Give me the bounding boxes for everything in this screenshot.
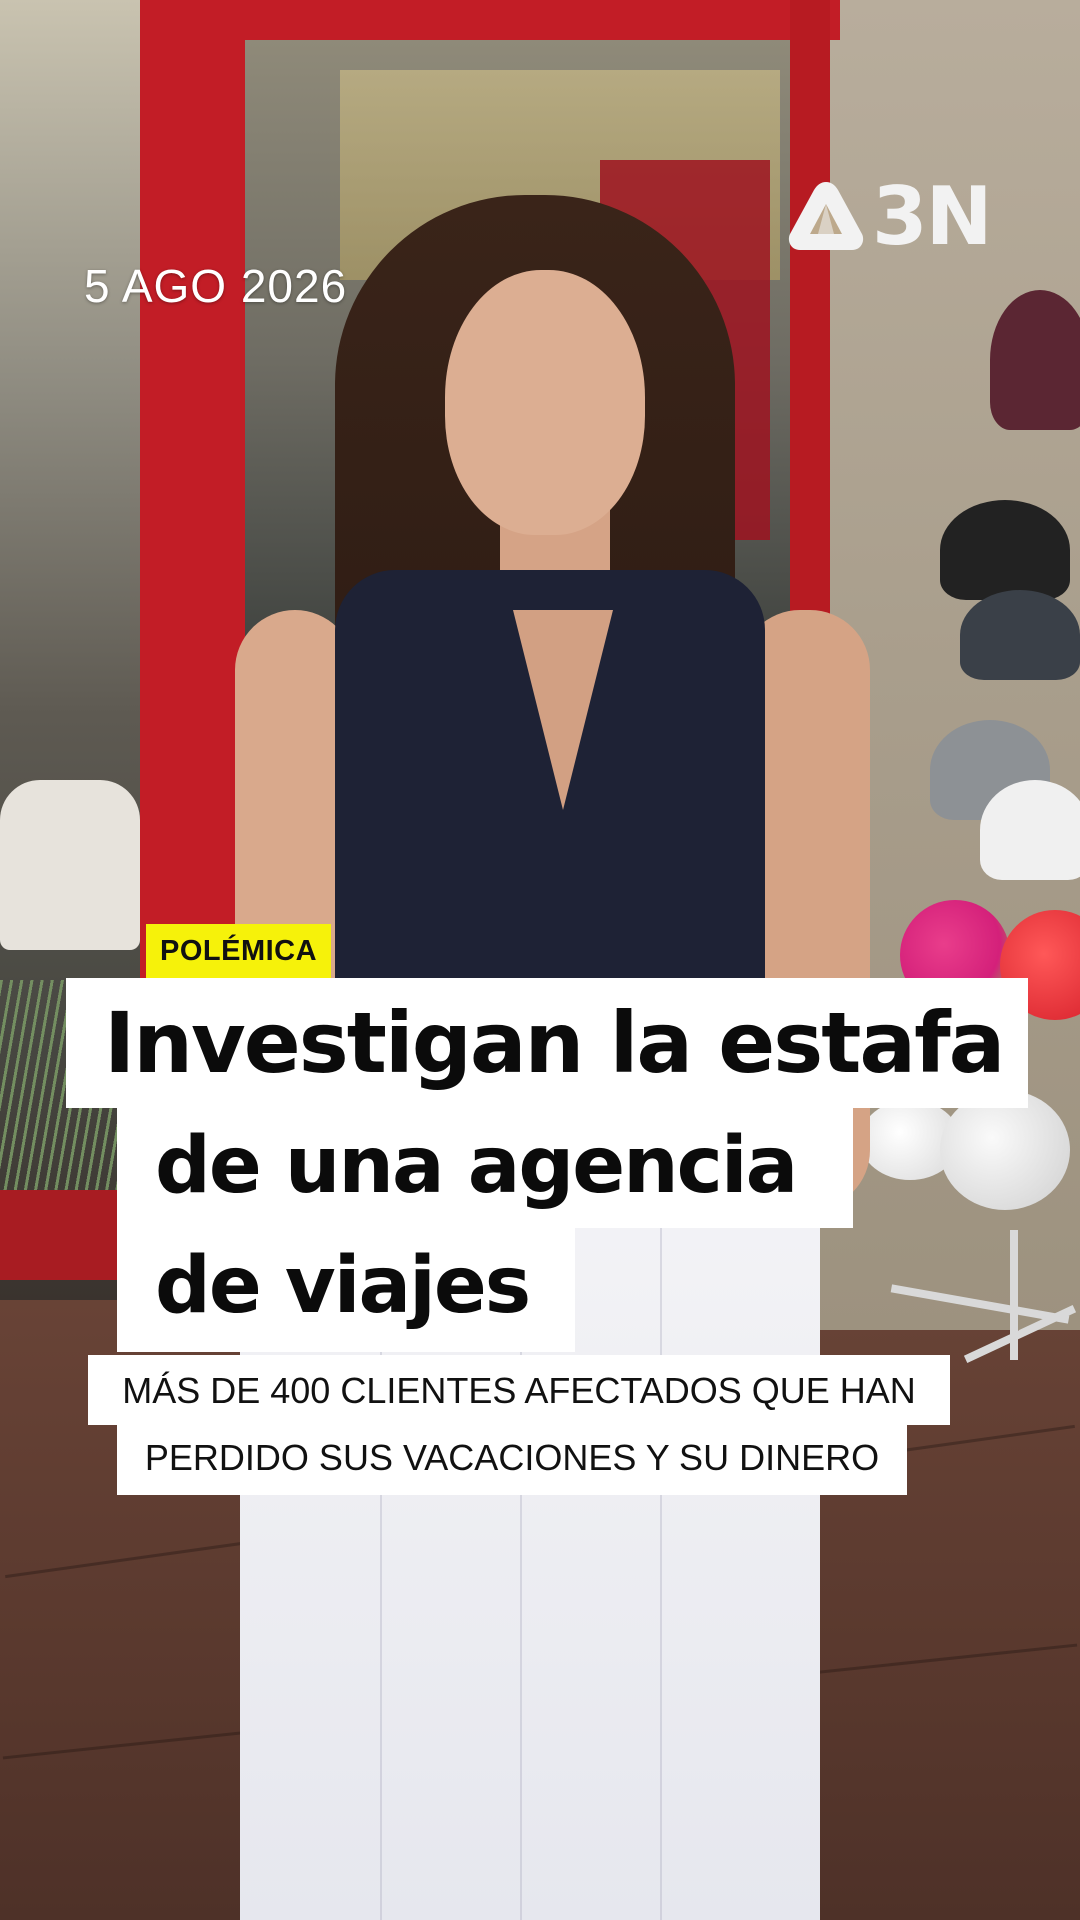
category-tag: POLÉMICA [146,924,332,978]
red-door-frame-right [790,0,830,700]
broadcast-date: 5 AGO 2026 [84,260,348,312]
red-door-frame-top [140,0,840,40]
cap [990,290,1080,430]
headline-line-2: de una agencia [117,1108,853,1228]
white-chair [0,780,140,950]
cap [960,590,1080,680]
reporter-face [445,270,645,535]
ball [940,1090,1070,1210]
subtitle-line-1: MÁS DE 400 CLIENTES AFECTADOS QUE HAN [88,1355,950,1425]
channel-logo-text: 3N [872,170,993,263]
subtitle-line-2: PERDIDO SUS VACACIONES Y SU DINERO [117,1425,907,1495]
cap [980,780,1080,880]
cap-rack [930,480,1080,910]
headline-line-3: de viajes [117,1228,575,1352]
reporter-neckline [513,610,613,810]
channel-logo: 3N [786,172,996,262]
cap [940,500,1070,600]
red-door-frame [140,0,245,1000]
antena3-triangle-icon [788,182,864,250]
skirt-fold [660,1200,662,1920]
headline-line-1: Investigan la estafa [66,978,1028,1108]
